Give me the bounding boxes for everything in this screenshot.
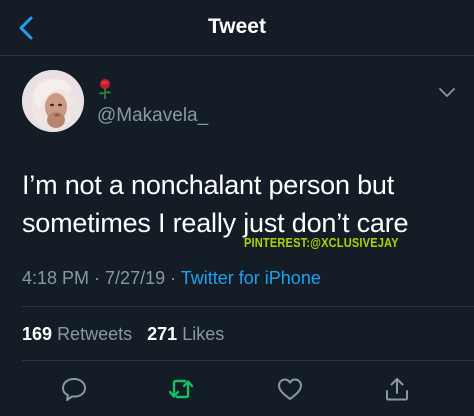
separator: ·	[89, 268, 106, 288]
tweet-text: I’m not a nonchalant person but sometime…	[22, 166, 462, 242]
chevron-down-icon[interactable]	[437, 86, 457, 100]
profile-photo	[22, 70, 84, 132]
retweets-count[interactable]: 169	[22, 324, 52, 344]
divider	[22, 360, 474, 361]
tweet-text-line: I’m not a nonchalant person but	[22, 170, 395, 200]
retweets-label[interactable]: Retweets	[57, 324, 132, 344]
like-icon[interactable]	[276, 376, 304, 402]
tweet-meta: 4:18 PM · 7/27/19 · Twitter for iPhone	[22, 268, 321, 289]
user-handle[interactable]: @Makavela_	[97, 105, 208, 127]
tweet-source-link[interactable]: Twitter for iPhone	[181, 268, 321, 288]
tweet-time: 4:18 PM	[22, 268, 90, 288]
rose-icon	[99, 79, 111, 99]
watermark: PINTEREST:@XCLUSIVEJAY	[244, 235, 399, 250]
likes-count[interactable]: 271	[147, 324, 177, 344]
avatar[interactable]	[22, 70, 84, 132]
tweet-date: 7/27/19	[105, 268, 166, 288]
separator: ·	[165, 268, 181, 288]
divider	[22, 306, 474, 307]
top-nav-bar: Tweet	[0, 0, 474, 56]
retweet-icon[interactable]	[167, 376, 195, 402]
share-icon[interactable]	[383, 376, 411, 402]
reply-icon[interactable]	[60, 376, 88, 402]
tweet-stats: 169 Retweets 271 Likes	[22, 324, 224, 345]
page-title: Tweet	[208, 15, 266, 38]
likes-label[interactable]: Likes	[182, 324, 224, 344]
